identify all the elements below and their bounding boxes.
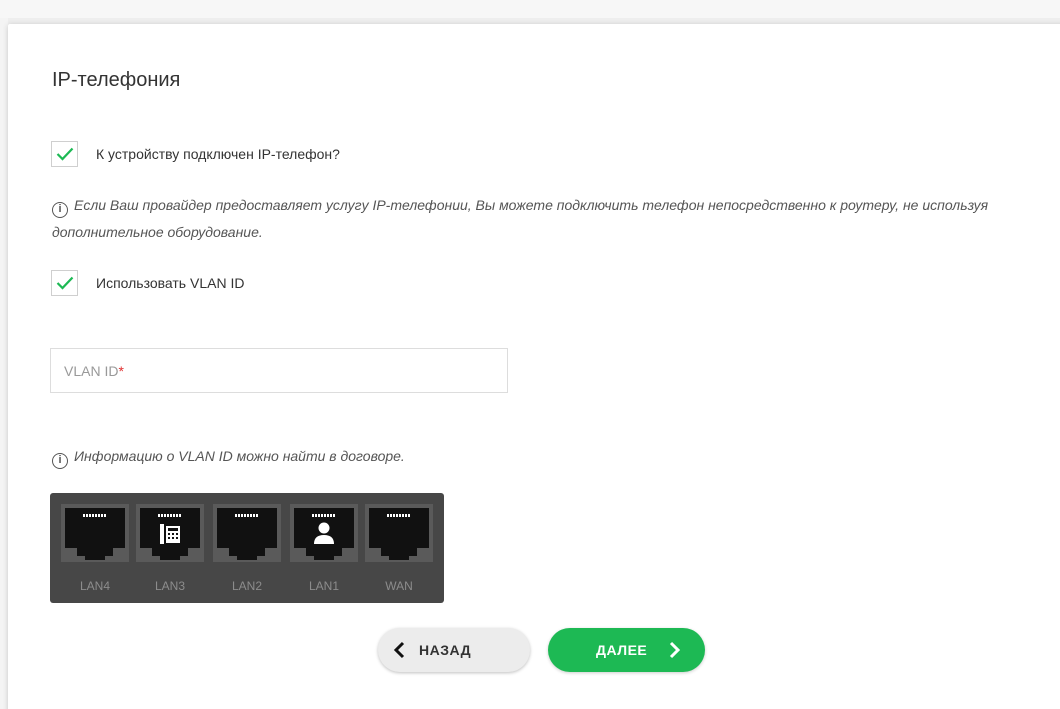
ip-phone-checkbox[interactable] [51,141,78,167]
chevron-left-icon [393,641,405,659]
port-label-lan2: LAN2 [231,579,263,593]
ethernet-port-icon [213,504,281,562]
vlan-info: i Информацию о VLAN ID можно найти в дого… [52,443,1032,470]
phone-port-icon [136,504,204,562]
vlan-id-placeholder: VLAN ID [64,362,119,379]
top-bar [0,0,1060,18]
port-lan4[interactable] [61,504,129,562]
port-label-lan4: LAN4 [79,579,111,593]
port-wan[interactable] [365,504,433,562]
port-label-lan3: LAN3 [154,579,186,593]
ethernet-port-icon [365,504,433,562]
ports-panel: LAN4 LAN3 LAN2 LAN1 WAN [50,493,444,603]
ip-phone-checkbox-row[interactable]: К устройству подключен IP-телефон? [51,141,340,167]
vlan-info-text: Информацию о VLAN ID можно найти в догов… [74,448,405,464]
next-button-label: ДАЛЕЕ [596,642,648,658]
vlan-id-input[interactable]: VLAN ID * [50,348,508,393]
checkmark-icon [56,147,73,161]
port-lan3[interactable] [136,504,204,562]
port-lan2[interactable] [213,504,281,562]
next-button[interactable]: ДАЛЕЕ [548,628,705,672]
info-icon: i [52,202,68,218]
vlan-checkbox[interactable] [51,270,78,296]
port-label-wan: WAN [385,579,413,593]
provider-info-text: Если Ваш провайдер предоставляет услугу … [52,197,989,240]
ethernet-port-icon [61,504,129,562]
vlan-checkbox-row[interactable]: Использовать VLAN ID [51,270,244,296]
info-icon: i [52,453,68,469]
back-button-label: НАЗАД [419,642,472,658]
page-title: IP-телефония [52,69,181,91]
chevron-right-icon [670,641,681,659]
user-port-icon [290,504,358,562]
vlan-checkbox-label[interactable]: Использовать VLAN ID [96,275,244,291]
page: IP-телефония К устройству подключен IP-т… [0,0,1060,709]
port-label-lan1: LAN1 [308,579,340,593]
required-mark: * [118,362,124,379]
back-button[interactable]: НАЗАД [378,628,530,672]
left-strip [0,18,8,709]
checkmark-icon [56,276,73,290]
ip-phone-checkbox-label[interactable]: К устройству подключен IP-телефон? [96,146,340,162]
provider-info: i Если Ваш провайдер предоставляет услугу… [52,192,1032,246]
port-lan1[interactable] [290,504,358,562]
